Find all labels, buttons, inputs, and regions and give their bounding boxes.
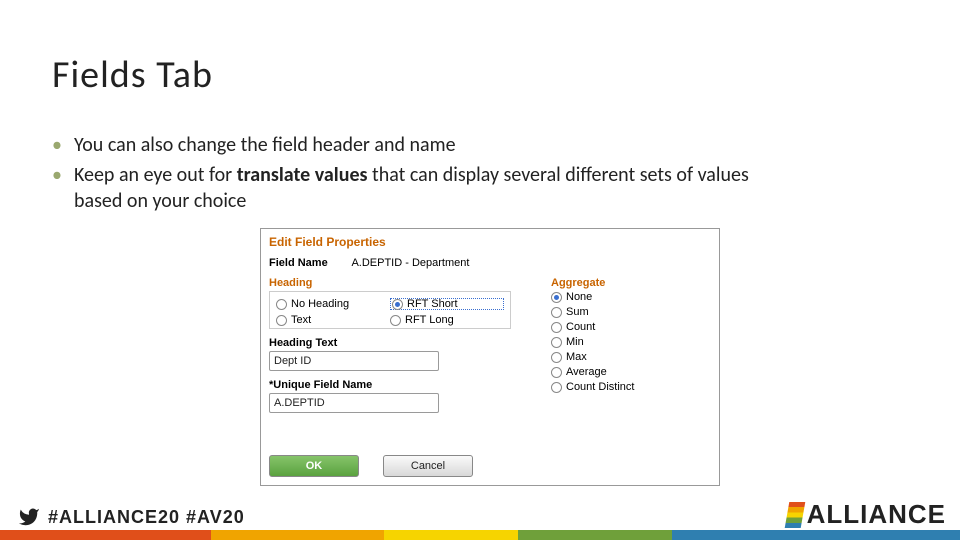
slide-footer: #ALLIANCE20 #AV20 ALLIANCE (0, 492, 960, 540)
unique-fieldname-label: *Unique Field Name (269, 379, 511, 391)
aggregate-radio-group: None Sum Count Min Max Average Count Dis… (551, 291, 711, 393)
radio-icon (551, 367, 562, 378)
radio-icon (551, 292, 562, 303)
alliance-logo: ALLIANCE (787, 499, 946, 530)
slide-title: Fields Tab (52, 52, 213, 98)
hashtag-2: #AV20 (186, 507, 245, 528)
radio-icon (392, 299, 403, 310)
footer-stripe (0, 530, 960, 540)
bullet-list: You can also change the field header and… (52, 132, 752, 218)
radio-aggregate-count-distinct[interactable]: Count Distinct (551, 381, 711, 393)
radio-rft-short[interactable]: RFT Short (390, 298, 504, 310)
radio-icon (551, 382, 562, 393)
radio-no-heading[interactable]: No Heading (276, 298, 390, 310)
radio-aggregate-count[interactable]: Count (551, 321, 711, 333)
radio-aggregate-none[interactable]: None (551, 291, 711, 303)
heading-text-input[interactable] (269, 351, 439, 371)
fieldname-value: A.DEPTID - Department (351, 257, 469, 269)
alliance-mark-icon (784, 502, 805, 528)
radio-aggregate-max[interactable]: Max (551, 351, 711, 363)
radio-aggregate-min[interactable]: Min (551, 336, 711, 348)
bullet-1: You can also change the field header and… (52, 132, 752, 158)
hashtag-block: #ALLIANCE20 #AV20 (16, 506, 245, 528)
aggregate-section-label: Aggregate (551, 277, 711, 289)
heading-radio-group: No Heading RFT Short Text RFT Long (269, 291, 511, 329)
radio-rft-long[interactable]: RFT Long (390, 314, 504, 326)
radio-icon (276, 299, 287, 310)
radio-aggregate-average[interactable]: Average (551, 366, 711, 378)
radio-icon (551, 322, 562, 333)
cancel-button[interactable]: Cancel (383, 455, 473, 477)
bullet-2: Keep an eye out for translate values tha… (52, 162, 752, 214)
hashtag-1: #ALLIANCE20 (48, 507, 180, 528)
dialog-title: Edit Field Properties (261, 229, 719, 253)
edit-field-properties-dialog: Edit Field Properties Field Name A.DEPTI… (260, 228, 720, 486)
radio-text[interactable]: Text (276, 314, 390, 326)
radio-icon (551, 352, 562, 363)
heading-text-label: Heading Text (269, 337, 511, 349)
unique-fieldname-input[interactable] (269, 393, 439, 413)
radio-icon (551, 307, 562, 318)
heading-section-label: Heading (269, 277, 511, 289)
radio-icon (276, 315, 287, 326)
ok-button[interactable]: OK (269, 455, 359, 477)
radio-icon (551, 337, 562, 348)
twitter-bird-icon (16, 506, 42, 528)
fieldname-label: Field Name (269, 257, 349, 269)
radio-icon (390, 315, 401, 326)
radio-aggregate-sum[interactable]: Sum (551, 306, 711, 318)
